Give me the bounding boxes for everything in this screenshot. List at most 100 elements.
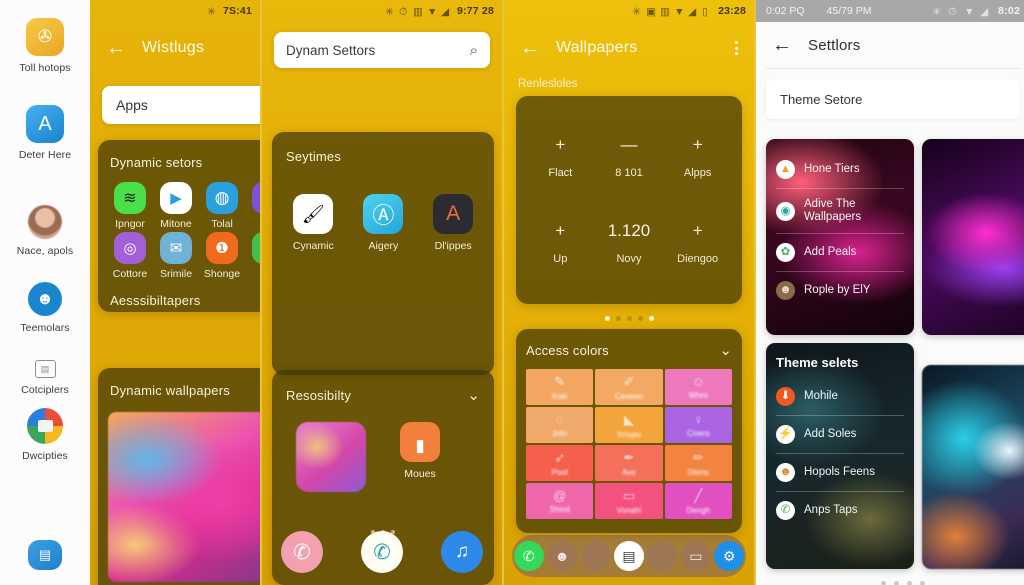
rail-item-4[interactable]: ▤ Cotciplers <box>0 360 90 396</box>
page-title: Wistlugs <box>142 39 205 56</box>
color-swatch[interactable]: ✐ Ceoeen <box>595 369 663 405</box>
app-label: Dl'ippes <box>434 240 472 252</box>
stepper-sign[interactable]: + <box>555 136 565 153</box>
list-item[interactable]: ▲ Hone Tiers <box>776 151 904 188</box>
dialer-icon[interactable]: ✆ <box>361 531 403 573</box>
rail-item-3[interactable]: ☻ Teemolars <box>0 282 90 334</box>
rail-item-6[interactable]: ▤ <box>0 540 90 576</box>
app-cell[interactable]: 🖌 Cynamic <box>293 194 334 252</box>
stepper-item[interactable]: 1.120 Novy <box>595 200 664 286</box>
blank-icon[interactable] <box>580 541 611 571</box>
app-shortcut-rail: ✇ Toll hotops A Deter Here Nace, apols ☻… <box>0 0 90 585</box>
rail-item-label: Nace, apols <box>16 245 74 257</box>
theme-store-row[interactable]: Theme Setore <box>766 79 1020 119</box>
widget-cell[interactable] <box>296 422 366 492</box>
search-input[interactable]: Dynam Settors ⌕ <box>274 32 490 68</box>
search-icon[interactable]: ⌕ <box>470 42 478 59</box>
app-cell[interactable]: Ⓐ Aigery <box>363 194 404 252</box>
theme-tile-c[interactable]: Theme selets ⬇ Mohile ⚡ Add Soles ☻ Hopo… <box>766 343 914 569</box>
rail-item-1[interactable]: A Deter Here <box>0 105 90 161</box>
gallery-icon[interactable]: ▭ <box>680 541 711 571</box>
kebab-menu-icon[interactable] <box>735 41 738 55</box>
list-item-label: Rople by ElY <box>804 284 871 297</box>
rail-item-5[interactable]: Dwcipties <box>0 408 90 462</box>
list-item-label: Adive The Wallpapers <box>804 198 862 224</box>
stepper-item[interactable]: + Diengoo <box>663 200 732 286</box>
contacts-icon[interactable]: ☻ <box>547 541 578 571</box>
rail-item-2[interactable]: Nace, apols <box>0 205 90 257</box>
app-cell[interactable]: ▶ Mitone <box>154 182 198 230</box>
search-input[interactable]: Apps <box>102 86 260 124</box>
bar-chart-icon: ▮ <box>400 422 440 462</box>
divider <box>766 68 1020 69</box>
page-dots[interactable] <box>776 581 1024 585</box>
color-swatch[interactable]: ✏ Dtens <box>664 445 732 481</box>
chevron-down-icon[interactable]: ⌄ <box>719 341 732 359</box>
notes-icon[interactable]: ▤ <box>613 541 644 571</box>
color-swatch[interactable]: ✎ Kokl <box>526 369 594 405</box>
paint-brush-icon: 🖌 <box>293 194 334 234</box>
app-cell[interactable]: ✉ Srimile <box>154 232 198 280</box>
download-icon: ⬇ <box>776 387 795 406</box>
theme-tile-a[interactable]: ▲ Hone Tiers ◉ Adive The Wallpapers ✿ Ad… <box>766 139 914 335</box>
blank2-icon[interactable] <box>647 541 678 571</box>
app-cell[interactable]: ◎ Cottore <box>108 232 152 280</box>
tile-a-list: ▲ Hone Tiers ◉ Adive The Wallpapers ✿ Ad… <box>766 139 914 321</box>
back-arrow-icon[interactable]: ← <box>520 38 540 58</box>
list-item[interactable]: ◉ Adive The Wallpapers <box>776 188 904 233</box>
theme-tile-b[interactable] <box>922 139 1024 335</box>
music-icon[interactable]: ♫ <box>441 531 483 573</box>
phone-panel-settings: 0:02 PQ 45/79 PM ✳ ⏱ ▼ ◢ 8:02 ← Settlors… <box>756 0 1024 585</box>
app-cell[interactable]: ❶ Shonge <box>200 232 244 280</box>
stepper-sign[interactable]: + <box>693 136 703 153</box>
settings-icon[interactable]: ⚙ <box>714 541 745 571</box>
alarm-icon: ⏱ <box>948 6 957 18</box>
stepper-sign[interactable]: — <box>620 136 637 153</box>
screenshot-icon: ▣ <box>646 6 657 18</box>
stepper-item[interactable]: + Flact <box>526 114 595 200</box>
list-item[interactable]: ⬇ Mohile <box>776 378 904 415</box>
list-item[interactable]: ✿ Add Peals <box>776 233 904 271</box>
page-dots[interactable] <box>504 316 754 321</box>
stepper-item[interactable]: — 8 101 <box>595 114 664 200</box>
list-item[interactable]: ☻ Hopols Feens <box>776 453 904 491</box>
app-cell[interactable]: ▮ Moues <box>400 422 440 480</box>
color-swatch[interactable]: ➶ Pool <box>526 445 594 481</box>
phone-icon[interactable]: ✆ <box>513 541 544 571</box>
theme-tile-d[interactable] <box>922 365 1024 569</box>
app-cell[interactable]: A Dl'ippes <box>433 194 474 252</box>
status-left-2: 45/79 PM <box>826 5 872 17</box>
stepper-sign[interactable]: + <box>555 222 565 239</box>
color-swatch[interactable]: ◌ Joto <box>526 407 594 443</box>
list-item[interactable]: ✆ Anps Taps <box>776 491 904 529</box>
color-swatch[interactable]: ☺ Whro <box>664 369 732 405</box>
list-item[interactable]: ☻ Rople by ElY <box>776 271 904 309</box>
color-swatch[interactable]: ╱ Dengh <box>664 483 732 519</box>
back-arrow-icon[interactable]: ← <box>772 35 792 55</box>
stepper-item[interactable]: + Alpps <box>663 114 732 200</box>
rail-item-0[interactable]: ✇ Toll hotops <box>0 18 90 74</box>
color-swatch[interactable]: ▭ Vonahi <box>595 483 663 519</box>
green-app-icon <box>252 232 260 264</box>
app-cell[interactable]: ≋ Ipngor <box>108 182 152 230</box>
tile-c-title: Theme selets <box>776 355 859 370</box>
section-title: Resosibilty <box>286 387 352 403</box>
phone-icon[interactable]: ✆ <box>281 531 323 573</box>
stepper-sign[interactable]: + <box>693 222 703 239</box>
back-arrow-icon[interactable]: ← <box>106 38 126 58</box>
color-swatch[interactable]: ◣ Iznypu <box>595 407 663 443</box>
swatch-label: Kokl <box>551 391 568 401</box>
list-item[interactable]: ⚡ Add Soles <box>776 415 904 453</box>
color-swatch[interactable]: ♀ Civers <box>664 407 732 443</box>
color-swatch[interactable]: ✒ Ave <box>595 445 663 481</box>
wallpaper-preview[interactable] <box>108 412 260 582</box>
dynamic-setors-card: Dynamic setors ≋ Ipngor ▶ Mitone ◍ Tolal… <box>98 140 260 312</box>
app-cell[interactable]: Po <box>246 182 260 230</box>
app-grid: ≋ Ipngor ▶ Mitone ◍ Tolal Po ◎ Cottor <box>98 182 260 280</box>
color-swatch[interactable]: @ Shind <box>526 483 594 519</box>
chevron-down-icon[interactable]: ⌄ <box>467 386 480 404</box>
app-cell[interactable]: ◍ Tolal <box>200 182 244 230</box>
app-label: Tolal <box>211 218 233 230</box>
app-cell[interactable]: C <box>246 232 260 280</box>
stepper-item[interactable]: + Up <box>526 200 595 286</box>
